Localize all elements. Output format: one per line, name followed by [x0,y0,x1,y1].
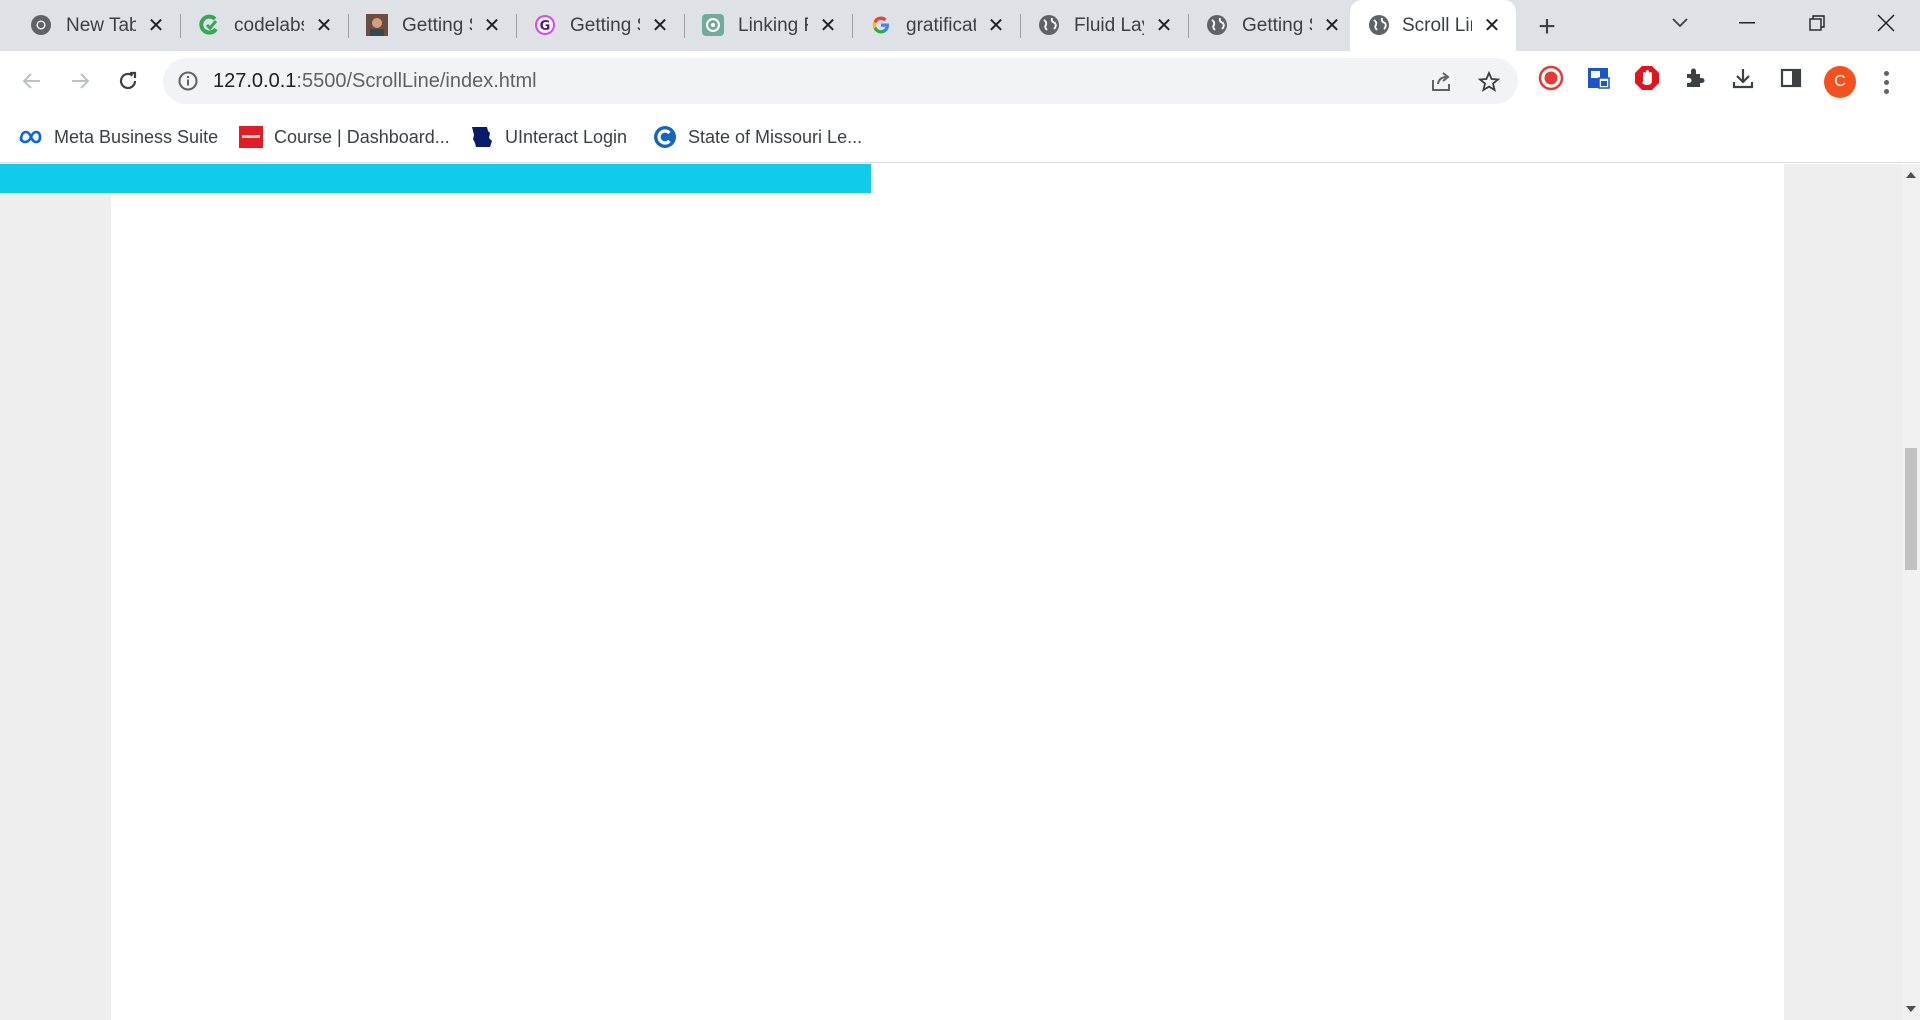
meta-icon [18,124,44,150]
password-extension-icon[interactable] [1585,64,1613,92]
url-path: :5500/ScrollLine/index.html [296,70,537,92]
tab-fluid-layout[interactable]: Fluid Lay ✕ [1008,0,1176,51]
tab-gratification[interactable]: gratificat ✕ [840,0,1008,51]
extensions-puzzle-icon[interactable] [1681,64,1709,92]
profile-avatar[interactable]: C [1824,66,1856,98]
tab-search-icon[interactable] [1660,8,1700,38]
chrome-icon [30,14,52,36]
page-content-container [111,164,1784,1020]
close-icon[interactable]: ✕ [1321,14,1343,37]
ec-council-icon [238,124,264,150]
tab-getting-started-3[interactable]: Getting S ✕ [1176,0,1344,51]
tab-title: Getting S [570,15,640,36]
scroll-progress-bar [0,164,872,193]
reload-button[interactable] [110,63,146,99]
codelabs-icon [198,14,220,36]
tab-scroll-line[interactable]: Scroll Lin ✕ [1350,0,1516,51]
new-tab-button[interactable]: + [1532,10,1562,43]
missouri-state-icon [469,124,495,150]
tab-title: Getting S [1242,15,1312,36]
side-panel-icon[interactable] [1777,64,1805,92]
bookmark-label: Meta Business Suite [54,126,219,147]
openai-icon [702,14,724,36]
close-icon[interactable]: ✕ [481,14,503,37]
bookmark-star-icon[interactable] [1476,69,1502,95]
scroll-up-arrow-icon[interactable] [1902,166,1920,184]
svg-text:G: G [540,19,551,34]
tab-strip: New Tab ✕ codelabs ✕ Getting S ✕ G Getti… [0,0,1920,51]
back-button[interactable] [14,63,50,99]
google-icon [870,14,892,36]
bookmark-state-of-missouri[interactable]: State of Missouri Le... [652,123,862,151]
c-logo-icon [652,124,678,150]
globe-icon [1038,14,1060,36]
bookmark-label: Course | Dashboard... [274,126,450,147]
tab-title: Scroll Lin [1402,15,1472,36]
close-icon[interactable]: ✕ [1153,14,1175,37]
tab-getting-started-1[interactable]: Getting S ✕ [336,0,504,51]
bookmark-label: State of Missouri Le... [688,126,863,147]
tab-title: gratificat [906,15,976,36]
forward-button[interactable] [62,63,98,99]
bookmark-meta-business-suite[interactable]: Meta Business Suite [18,123,218,151]
close-icon[interactable]: ✕ [145,14,167,37]
url-text: 127.0.0.1:5500/ScrollLine/index.html [213,70,537,93]
close-icon[interactable]: ✕ [313,14,335,37]
site-info-icon[interactable] [177,70,199,92]
address-bar[interactable]: 127.0.0.1:5500/ScrollLine/index.html [163,58,1518,104]
vertical-scrollbar[interactable] [1902,164,1920,1020]
share-icon[interactable] [1428,69,1454,95]
tab-new-tab[interactable]: New Tab ✕ [0,0,168,51]
globe-icon [1368,14,1390,36]
close-icon[interactable]: ✕ [649,14,671,37]
url-host: 127.0.0.1 [213,70,297,92]
tab-linking[interactable]: Linking F ✕ [672,0,840,51]
tab-title: New Tab [66,15,136,36]
bookmark-label: UInteract Login [505,126,628,147]
download-icon[interactable] [1729,64,1757,92]
close-icon[interactable]: ✕ [817,14,839,37]
bookmark-course-dashboard[interactable]: Course | Dashboard... [238,123,450,151]
g-circle-icon: G [534,14,556,36]
tab-title: Getting S [402,15,472,36]
close-icon[interactable]: ✕ [1481,14,1503,37]
adblock-extension-icon[interactable] [1633,64,1661,92]
restore-button[interactable] [1797,8,1837,38]
close-icon[interactable]: ✕ [985,14,1007,37]
scrollbar-thumb[interactable] [1905,447,1917,570]
page-viewport [0,164,1902,1020]
bookmarks-bar: Meta Business Suite Course | Dashboard..… [0,111,1920,163]
close-window-button[interactable] [1866,8,1906,38]
browser-toolbar: 127.0.0.1:5500/ScrollLine/index.html [0,51,1920,111]
tab-title: Linking F [738,15,808,36]
browser-menu-icon[interactable] [1876,66,1896,98]
scroll-progress-track [0,164,1902,193]
scroll-down-arrow-icon[interactable] [1902,1000,1920,1018]
record-extension-icon[interactable] [1537,64,1565,92]
globe-icon [1206,14,1228,36]
tab-title: codelabs [234,15,304,36]
tab-title: Fluid Lay [1074,15,1144,36]
minimize-button[interactable] [1727,8,1767,38]
tab-getting-started-2[interactable]: G Getting S ✕ [504,0,672,51]
bookmark-uinteract-login[interactable]: UInteract Login [469,123,627,151]
profile-photo-icon [366,14,388,36]
tab-codelabs[interactable]: codelabs ✕ [168,0,336,51]
